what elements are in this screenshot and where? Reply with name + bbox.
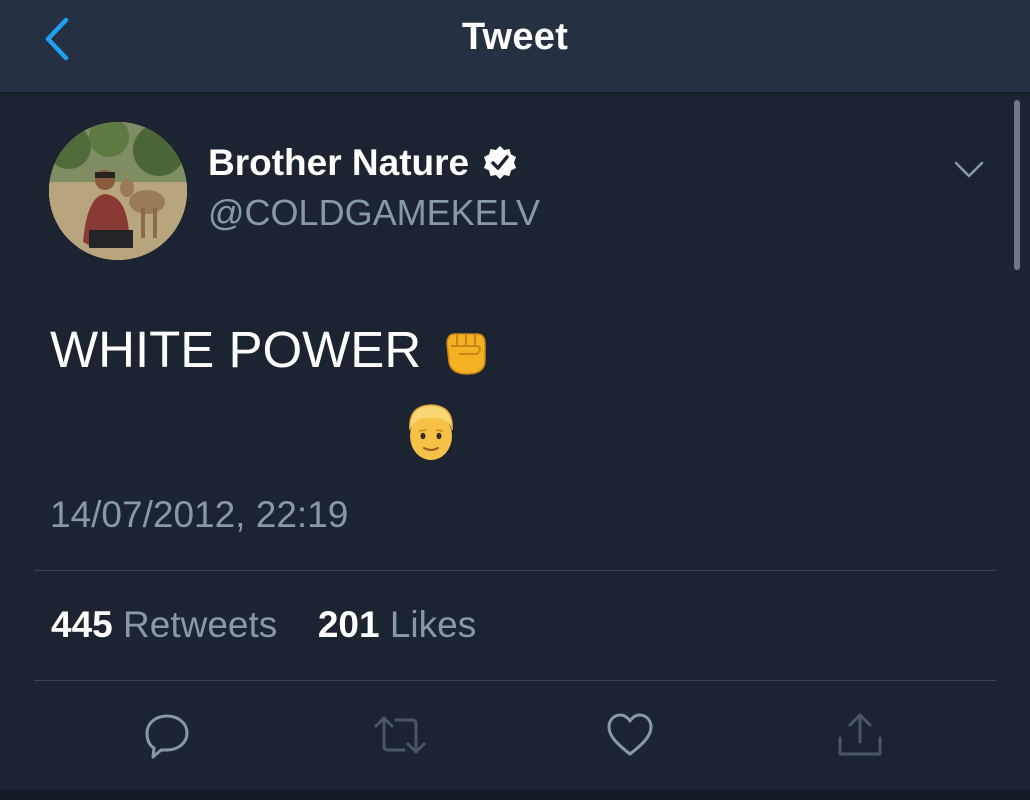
retweet-button[interactable]: [372, 710, 426, 760]
navbar-divider: [0, 92, 1030, 94]
tweet-text-content: WHITE POWER: [50, 321, 422, 378]
retweets-stat[interactable]: 445 Retweets: [51, 604, 288, 645]
author-name-text: Brother Nature: [208, 142, 470, 183]
scrollbar[interactable]: [1014, 100, 1020, 270]
bottom-separator: [0, 790, 1030, 800]
retweets-count: 445: [51, 604, 113, 645]
avatar[interactable]: [49, 122, 187, 260]
divider: [34, 680, 996, 681]
tweet-timestamp: 14/07/2012, 22:19: [50, 494, 349, 535]
likes-count: 201: [317, 604, 380, 645]
reply-icon: [145, 714, 189, 759]
likes-label: Likes: [389, 604, 477, 645]
page-title: Tweet: [461, 16, 569, 58]
share-button[interactable]: [835, 710, 885, 760]
retweets-label: Retweets: [123, 604, 278, 645]
boy-face-icon: [409, 404, 453, 460]
like-button[interactable]: [605, 710, 655, 760]
avatar-photo: [49, 122, 187, 260]
tweet-text: WHITE POWER: [50, 320, 493, 379]
navigation-bar: Tweet: [0, 0, 1030, 92]
verified-badge-icon: [484, 146, 517, 179]
reply-button[interactable]: [142, 710, 192, 760]
share-icon: [838, 713, 882, 756]
likes-stat[interactable]: 201 Likes: [318, 604, 476, 645]
retweet-icon: [374, 716, 426, 754]
tweet-detail-screen: Tweet Brother Nature @COLDGAMEKELV WHITE…: [0, 0, 1030, 800]
raised-fist-icon: [446, 332, 486, 375]
tweet-stats: 445 Retweets 201 Likes: [51, 604, 476, 646]
chevron-down-icon: [954, 161, 984, 178]
divider: [34, 570, 996, 571]
author-handle[interactable]: @COLDGAMEKELV: [208, 192, 540, 234]
more-options-button[interactable]: [950, 150, 988, 188]
author-display-name[interactable]: Brother Nature: [208, 142, 519, 184]
heart-icon: [607, 713, 653, 756]
